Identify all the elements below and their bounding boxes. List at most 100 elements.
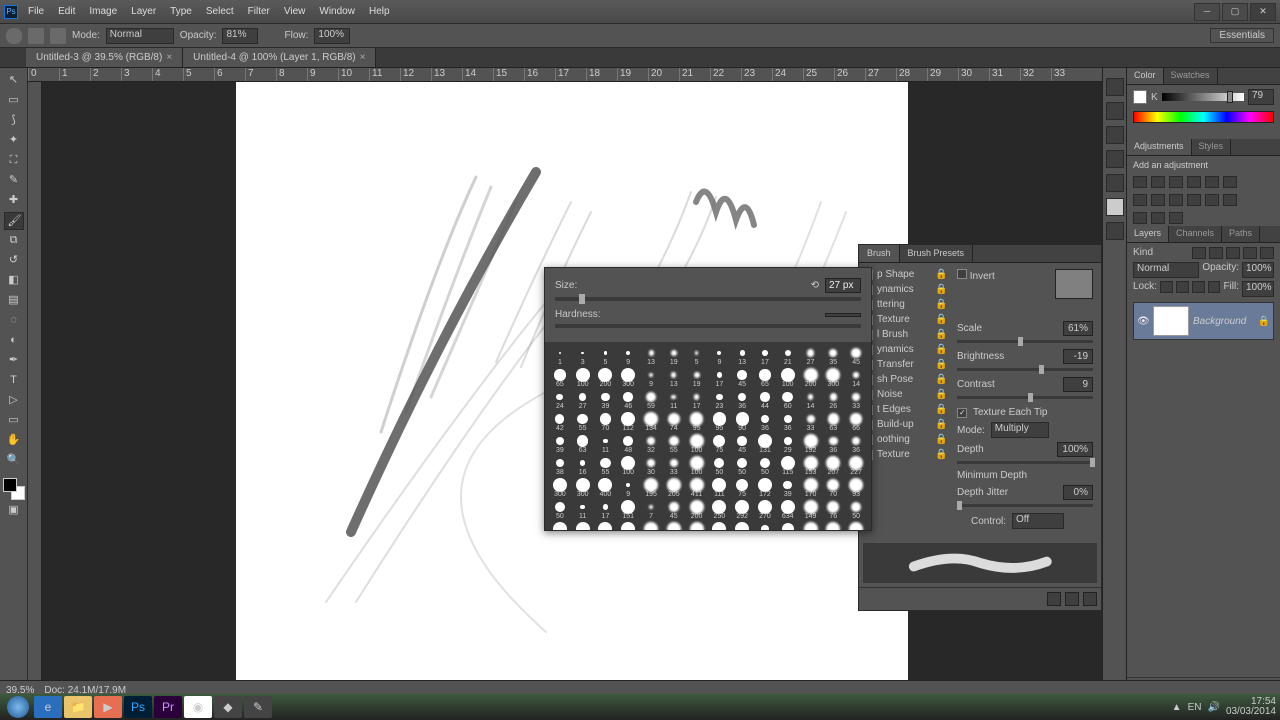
properties-panel-icon[interactable] [1106, 126, 1124, 144]
brush-preset[interactable]: 36 [845, 434, 867, 455]
brush-preset[interactable]: 5 [595, 346, 617, 367]
eraser-tool[interactable]: ◧ [4, 272, 24, 290]
brush-preset[interactable]: 17 [754, 346, 776, 367]
brush-option-dual-brush[interactable]: l Brush🔒 [863, 327, 945, 342]
tab-styles[interactable]: Styles [1192, 139, 1232, 155]
adj-thresh[interactable] [1133, 212, 1147, 224]
brush-option-build-up[interactable]: Build-up🔒 [863, 417, 945, 432]
brush-preset[interactable]: 65 [549, 368, 571, 389]
brush-preset[interactable]: 39 [595, 390, 617, 411]
close-button[interactable]: ✕ [1250, 3, 1276, 21]
panel-toggle[interactable] [1047, 592, 1061, 606]
brush-preset[interactable]: 13 [640, 346, 662, 367]
brightness-slider[interactable] [957, 368, 1093, 371]
brush-preset[interactable]: 3 [572, 346, 594, 367]
brush-preset[interactable]: 300 [822, 368, 844, 389]
brush-preset[interactable]: 411 [686, 478, 708, 499]
paragraph-panel-icon[interactable] [1106, 174, 1124, 192]
brush-preset[interactable]: 131 [754, 434, 776, 455]
size-slider[interactable] [555, 297, 861, 301]
zoom-tool[interactable]: 🔍 [4, 452, 24, 470]
brush-option-protect-texture[interactable]: Texture🔒 [863, 447, 945, 462]
lang-indicator[interactable]: EN [1188, 702, 1202, 713]
adj-exposure[interactable] [1187, 176, 1201, 188]
brush-preset[interactable]: 60 [777, 390, 799, 411]
depth-slider[interactable] [957, 461, 1093, 464]
brush-preset[interactable]: 200 [686, 500, 708, 521]
brush-preset[interactable]: 50 [709, 456, 731, 477]
lock-all[interactable] [1208, 281, 1221, 293]
jitter-val[interactable]: 0% [1063, 485, 1093, 500]
stamp-tool[interactable]: ⧉ [4, 232, 24, 250]
gradient-tool[interactable]: ▤ [4, 292, 24, 310]
brush-preset[interactable]: 32 [640, 434, 662, 455]
brush-preset[interactable]: 45 [731, 368, 753, 389]
brush-preset[interactable]: 31 [754, 522, 776, 530]
hardness-field[interactable] [825, 313, 861, 317]
opacity-field[interactable]: 81% [222, 28, 258, 44]
brush-preset[interactable]: 90 [731, 412, 753, 433]
layer-background[interactable]: 👁 Background 🔒 [1133, 302, 1274, 340]
menu-edit[interactable]: Edit [52, 4, 81, 19]
brush-preset[interactable]: 1448 [663, 522, 685, 530]
chrome-icon[interactable]: ◉ [184, 696, 212, 718]
brush-preset[interactable]: 70 [822, 478, 844, 499]
hardness-slider[interactable] [555, 324, 861, 328]
brush-preset[interactable]: 33 [800, 412, 822, 433]
menu-image[interactable]: Image [83, 4, 123, 19]
brush-preset[interactable]: 74 [663, 412, 685, 433]
menu-file[interactable]: File [22, 4, 50, 19]
brush-preset[interactable]: 5 [686, 346, 708, 367]
brush-option-transfer[interactable]: Transfer🔒 [863, 357, 945, 372]
doc-tab-0[interactable]: Untitled-3 @ 39.5% (RGB/8)× [26, 48, 183, 67]
brush-preset[interactable]: 9 [640, 368, 662, 389]
brush-preset[interactable]: 100 [777, 368, 799, 389]
brush-preset[interactable]: 55 [595, 456, 617, 477]
brush-preset[interactable]: 93 [845, 478, 867, 499]
clone-source-icon[interactable] [1106, 222, 1124, 240]
brush-preset[interactable]: 19 [686, 368, 708, 389]
brush-panel-toggle[interactable] [50, 28, 66, 44]
brush-preset[interactable]: 7 [640, 500, 662, 521]
brush-preset[interactable]: 21 [777, 346, 799, 367]
adj-selcolor[interactable] [1169, 212, 1183, 224]
marquee-tool[interactable]: ▭ [4, 92, 24, 110]
app-icon-1[interactable]: ◆ [214, 696, 242, 718]
brush-preset[interactable]: 76 [822, 500, 844, 521]
ie-icon[interactable]: e [34, 696, 62, 718]
layer-fill-val[interactable]: 100% [1242, 281, 1274, 297]
brush-preset[interactable]: 17 [595, 500, 617, 521]
brush-preset[interactable]: 398 [845, 522, 867, 530]
lock-trans[interactable] [1160, 281, 1173, 293]
texmode-select[interactable]: Multiply [991, 422, 1049, 438]
brush-preset[interactable]: 1 [549, 346, 571, 367]
brush-preset[interactable]: 45 [845, 346, 867, 367]
brush-preset[interactable]: 13 [663, 368, 685, 389]
brush-preset[interactable]: 153 [800, 456, 822, 477]
brush-preset[interactable]: 63 [572, 434, 594, 455]
wmp-icon[interactable]: ▶ [94, 696, 122, 718]
brush-preset[interactable]: 700 [731, 522, 753, 530]
brush-preset[interactable]: 65 [754, 368, 776, 389]
quickmask-toggle[interactable]: ▣ [4, 502, 24, 520]
brush-preset[interactable]: 35 [822, 346, 844, 367]
brush-preset[interactable]: 16 [572, 456, 594, 477]
brush-preset-dropdown[interactable] [28, 28, 44, 44]
brush-preset[interactable]: 45 [731, 434, 753, 455]
brush-preset[interactable]: 95 [686, 412, 708, 433]
adj-photo[interactable] [1151, 194, 1165, 206]
brush-preset[interactable]: 33 [663, 456, 685, 477]
brush-preset[interactable]: 270 [754, 500, 776, 521]
brush-preset[interactable]: 36 [754, 412, 776, 433]
tab-brush-presets[interactable]: Brush Presets [900, 245, 974, 262]
menu-help[interactable]: Help [363, 4, 396, 19]
texture-thumb[interactable] [1055, 269, 1093, 299]
k-field[interactable]: 79 [1248, 89, 1274, 105]
layer-op-val[interactable]: 100% [1242, 262, 1274, 278]
brush-preset[interactable]: 172 [754, 478, 776, 499]
brush-preset[interactable]: 300 [549, 478, 571, 499]
size-field[interactable]: 27 px [825, 278, 861, 293]
brush-preset[interactable]: 100 [686, 456, 708, 477]
brush-preset[interactable]: 472 [822, 522, 844, 530]
brush-preset[interactable]: 50 [549, 500, 571, 521]
